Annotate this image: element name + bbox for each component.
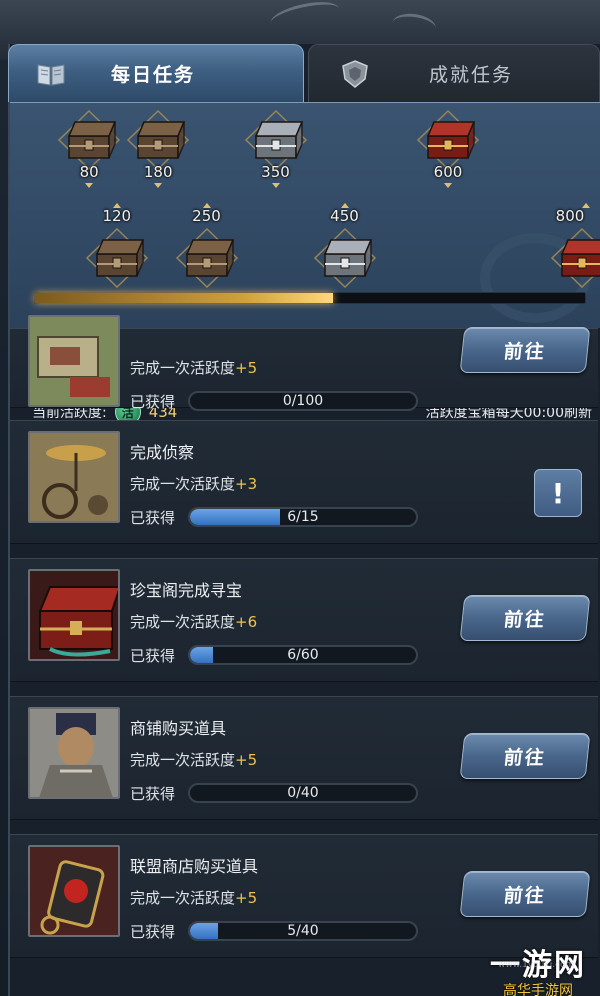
activity-progress-bar [34,292,586,304]
milestone-marker [112,203,121,208]
go-button[interactable]: 前往 [459,733,591,779]
eagle-silhouette-icon [390,11,438,41]
task-row: 完成一次活跃度+5 已获得 0/100 前往 [10,315,598,411]
task-row: 完成侦察 完成一次活跃度+3 已获得 6/15! [10,420,598,544]
milestone-marker [444,183,452,188]
task-row: 商铺购买道具 完成一次活跃度+5 已获得 0/40 前往 [10,696,598,820]
milestone-marker [154,183,163,188]
milestone-marker [202,203,211,208]
tab-daily-tasks[interactable]: 每日任务 [8,44,304,102]
task-progress-text: 5/40 [287,923,319,939]
task-description: 完成一次活跃度+5 [130,749,257,770]
lantern-icon [28,845,120,937]
task-progress-bar: 0/40 [188,783,418,803]
red-gold-chest-icon[interactable] [550,227,600,289]
tab-achievement-tasks[interactable]: 成就任务 [308,44,600,102]
tab-label: 每日任务 [111,64,196,86]
milestone-marker [271,183,280,188]
task-description-text: 完成一次活跃度 [130,889,236,907]
exclamation-icon[interactable]: ! [534,469,582,517]
task-description: 完成一次活跃度+5 [130,887,257,908]
wooden-chest-icon[interactable] [57,109,121,171]
silver-chest-icon[interactable] [313,227,377,289]
milestone-label: 180 [143,163,173,181]
task-points: +5 [235,751,258,769]
task-progress-bar: 6/15 [188,507,418,527]
wooden-chest-icon[interactable] [175,227,239,289]
activity-progress-fill [35,293,334,303]
milestone-label: 450 [330,207,359,225]
task-progress-label: 已获得 [130,923,176,941]
task-points: +5 [235,889,258,907]
treasure-chest-icon [28,569,120,661]
task-progress-label: 已获得 [130,647,176,665]
milestone-label: 120 [102,207,132,225]
task-progress-label: 已获得 [130,509,176,527]
task-title: 珍宝阁完成寻宝 [130,581,243,600]
task-title: 商铺购买道具 [130,719,227,738]
task-description-text: 完成一次活跃度 [130,475,236,493]
task-progress-bar: 6/60 [188,645,418,665]
task-description-text: 完成一次活跃度 [130,751,236,769]
red-gold-chest-icon[interactable] [416,109,480,171]
milestone-label: 600 [433,163,463,181]
eagle-silhouette-icon [268,0,342,36]
milestone-label: 350 [261,163,290,181]
go-button[interactable]: 前往 [459,327,591,373]
milestone-marker [340,203,349,208]
task-description: 完成一次活跃度+5 [130,357,257,378]
shield-icon [339,59,371,89]
silver-chest-icon[interactable] [244,109,308,171]
book-icon [35,59,67,89]
task-row: 珍宝阁完成寻宝 完成一次活跃度+6 已获得 6/60 前往 [10,558,598,682]
milestone-label: 80 [79,163,99,181]
wooden-chest-icon[interactable] [126,109,190,171]
wooden-chest-icon[interactable] [85,227,149,289]
tab-label: 成就任务 [429,64,514,86]
milestone-marker [85,183,94,188]
task-progress-text: 6/60 [287,647,319,663]
task-progress-text: 0/40 [287,785,319,801]
task-progress-label: 已获得 [130,393,176,411]
go-button[interactable]: 前往 [459,871,591,917]
milestone-label: 800 [555,207,585,225]
task-points: +6 [235,613,258,631]
task-progress-bar: 5/40 [188,921,418,941]
task-title: 完成侦察 [130,443,195,462]
city-icon [28,315,120,407]
milestone-marker [582,203,590,208]
task-description: 完成一次活跃度+3 [130,473,257,494]
task-tabs: 每日任务 成就任务 [8,44,600,102]
go-button[interactable]: 前往 [459,595,591,641]
task-title: 联盟商店购买道具 [130,857,259,876]
milestone-label: 250 [192,207,221,225]
scout-chariot-icon [28,431,120,523]
merchant-icon [28,707,120,799]
task-points: +3 [235,475,258,493]
task-progress-text: 0/100 [282,393,324,409]
activity-reward-panel: 80 180 350 600 120 250 450 800 当前活跃度: 活 434 活跃度… [10,102,600,425]
task-progress-bar: 0/100 [188,391,418,411]
task-description-text: 完成一次活跃度 [130,359,236,377]
task-description-text: 完成一次活跃度 [130,613,236,631]
task-description: 完成一次活跃度+6 [130,611,257,632]
task-points: +5 [235,359,258,377]
task-progress-label: 已获得 [130,785,176,803]
task-progress-text: 6/15 [287,509,319,525]
watermark-url: www.1youxi.com [498,960,575,970]
